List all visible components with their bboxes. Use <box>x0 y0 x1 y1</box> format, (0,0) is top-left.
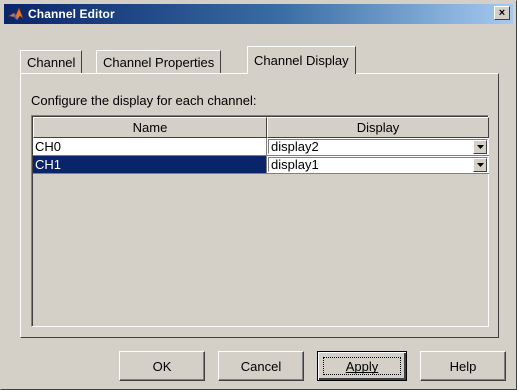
dropdown-button[interactable] <box>473 140 487 154</box>
close-button[interactable]: × <box>494 6 510 20</box>
column-header-name[interactable]: Name <box>33 117 267 138</box>
apply-button[interactable]: Apply <box>317 351 407 381</box>
display-combobox[interactable]: display1 <box>267 156 489 174</box>
instruction-label: Configure the display for each channel: <box>31 93 257 108</box>
channel-name-cell[interactable]: CH1 <box>33 156 267 174</box>
channel-display-panel: Configure the display for each channel: … <box>20 73 499 338</box>
tab-channel-properties[interactable]: Channel Properties <box>96 50 222 73</box>
table-header: Name Display <box>33 117 489 138</box>
tab-label: Channel <box>27 54 76 70</box>
tab-label: Channel Properties <box>103 54 215 70</box>
table-row[interactable]: CH1 display1 <box>33 156 489 174</box>
table-row[interactable]: CH0 display2 <box>33 138 489 156</box>
channel-table: Name Display CH0 display2 CH1 display1 <box>31 115 489 327</box>
matlab-logo-icon <box>8 6 24 22</box>
tab-label: Channel Display <box>254 53 349 68</box>
channel-name-cell[interactable]: CH0 <box>33 138 267 156</box>
chevron-down-icon <box>476 145 484 149</box>
window-title: Channel Editor <box>28 7 115 21</box>
display-value: display1 <box>271 157 319 172</box>
cancel-button[interactable]: Cancel <box>218 351 304 381</box>
channel-editor-window: Channel Editor × Channel Channel Propert… <box>0 0 517 390</box>
help-button[interactable]: Help <box>420 351 506 381</box>
display-value: display2 <box>271 139 319 154</box>
chevron-down-icon <box>476 163 484 167</box>
display-combobox[interactable]: display2 <box>267 138 489 156</box>
ok-button[interactable]: OK <box>119 351 205 381</box>
tab-channel[interactable]: Channel <box>20 50 83 73</box>
dropdown-button[interactable] <box>473 158 487 172</box>
close-icon: × <box>498 6 506 19</box>
column-header-display[interactable]: Display <box>267 117 489 138</box>
tab-channel-display[interactable]: Channel Display <box>247 46 356 74</box>
title-bar[interactable]: Channel Editor × <box>4 4 513 24</box>
